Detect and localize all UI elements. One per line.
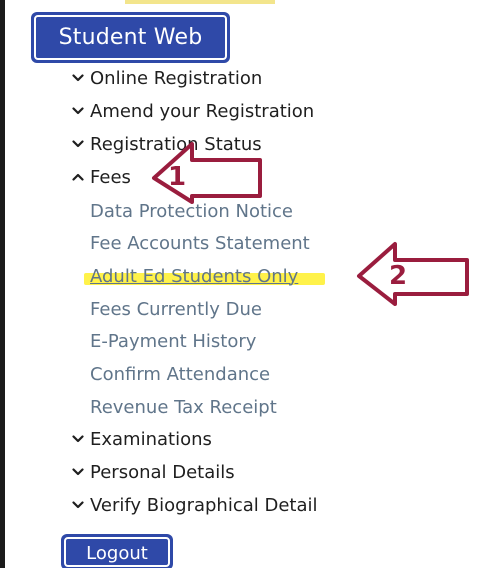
submenu-item-label: Revenue Tax Receipt: [90, 396, 277, 418]
submenu-item-confirm-attendance[interactable]: Confirm Attendance: [90, 359, 270, 389]
chevron-down-icon: [70, 490, 86, 520]
logout-label: Logout: [64, 537, 170, 567]
chevron-up-icon: [70, 162, 86, 192]
menu-item-label: Amend your Registration: [90, 100, 315, 122]
submenu-item-adult-ed-students-only[interactable]: Adult Ed Students Only: [90, 261, 298, 291]
submenu-item-fee-accounts-statement[interactable]: Fee Accounts Statement: [90, 228, 310, 258]
submenu-item-label: Data Protection Notice: [90, 200, 293, 222]
submenu-item-label: Fee Accounts Statement: [90, 232, 310, 254]
menu-item-fees[interactable]: Fees: [72, 162, 131, 192]
chevron-down-icon: [70, 63, 86, 93]
submenu-item-label: Fees Currently Due: [90, 298, 262, 320]
submenu-item-fees-currently-due[interactable]: Fees Currently Due: [90, 294, 262, 324]
menu-item-online-registration[interactable]: Online Registration: [72, 63, 263, 93]
chevron-down-icon: [70, 129, 86, 159]
menu-item-label: Fees: [90, 166, 131, 188]
left-border: [0, 0, 5, 568]
menu-item-examinations[interactable]: Examinations: [72, 424, 212, 454]
submenu-item-data-protection-notice[interactable]: Data Protection Notice: [90, 196, 293, 226]
student-web-title: Student Web: [34, 15, 227, 60]
callout-arrow-2: [357, 242, 469, 306]
menu-item-amend-registration[interactable]: Amend your Registration: [72, 96, 315, 126]
chevron-down-icon: [70, 424, 86, 454]
menu-item-label: Examinations: [90, 428, 212, 450]
submenu-item-label: E-Payment History: [90, 330, 257, 352]
student-web-page: Student Web Online Registration Amend yo…: [0, 0, 479, 568]
chevron-down-icon: [70, 457, 86, 487]
callout-number-2: 2: [389, 261, 408, 291]
menu-item-personal-details[interactable]: Personal Details: [72, 457, 235, 487]
menu-item-registration-status[interactable]: Registration Status: [72, 129, 262, 159]
submenu-item-label: Adult Ed Students Only: [90, 265, 299, 287]
menu-item-label: Registration Status: [90, 133, 262, 155]
submenu-item-label: Confirm Attendance: [90, 363, 271, 385]
callout-number-1: 1: [168, 162, 187, 192]
logout-button[interactable]: Logout: [61, 534, 173, 568]
menu-item-verify-biographical-detail[interactable]: Verify Biographical Detail: [72, 490, 318, 520]
menu-item-label: Personal Details: [90, 461, 235, 483]
menu-item-label: Online Registration: [90, 67, 263, 89]
student-web-button[interactable]: Student Web: [31, 12, 230, 63]
submenu-item-revenue-tax-receipt[interactable]: Revenue Tax Receipt: [90, 392, 277, 422]
menu-item-label: Verify Biographical Detail: [90, 494, 318, 516]
submenu-item-e-payment-history[interactable]: E-Payment History: [90, 326, 256, 356]
chevron-down-icon: [70, 96, 86, 126]
top-accent-bar: [125, 0, 275, 4]
